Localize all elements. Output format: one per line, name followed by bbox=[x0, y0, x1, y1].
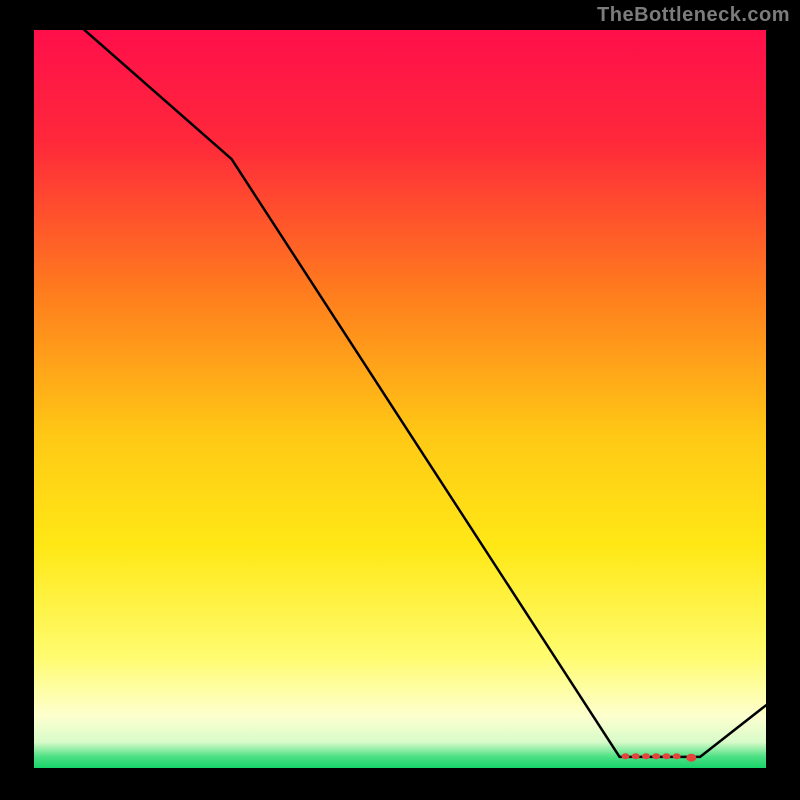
marker-dot bbox=[632, 753, 640, 759]
chart-svg bbox=[0, 0, 800, 800]
marker-dot bbox=[686, 754, 696, 762]
marker-dot bbox=[622, 753, 630, 759]
marker-dot bbox=[642, 753, 650, 759]
marker-dot bbox=[662, 753, 670, 759]
marker-dot bbox=[652, 753, 660, 759]
marker-dot bbox=[673, 753, 681, 759]
watermark-label: TheBottleneck.com bbox=[597, 4, 790, 27]
plot-area bbox=[34, 30, 766, 768]
